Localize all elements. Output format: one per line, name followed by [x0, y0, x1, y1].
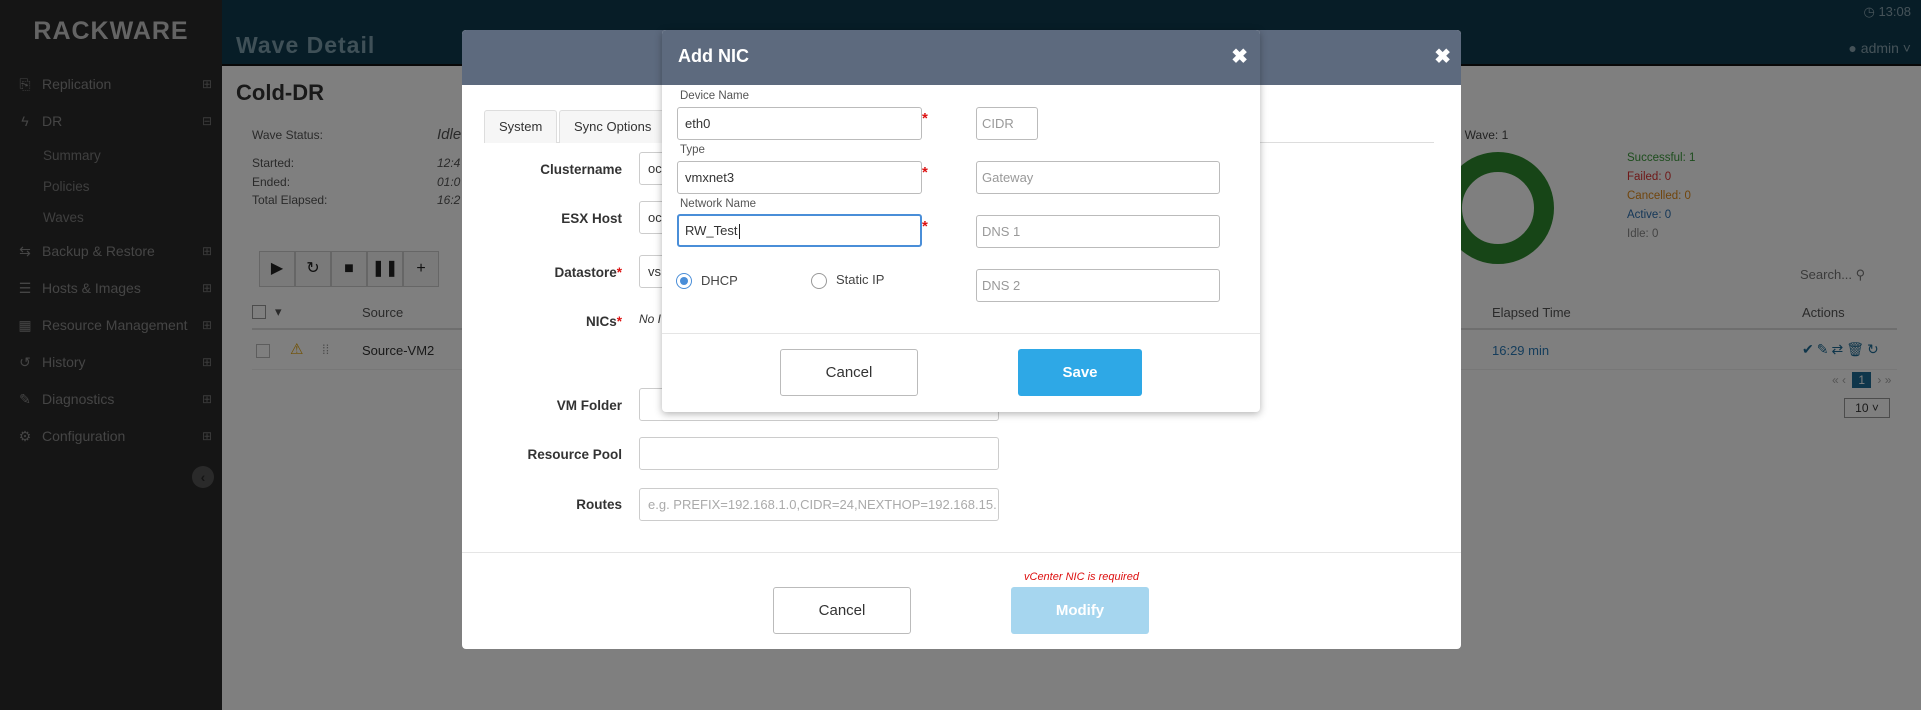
nics-label: NICs*: [585, 314, 622, 329]
add-nic-header: Add NIC ✖: [662, 30, 1260, 85]
modify-button[interactable]: Modify: [1011, 587, 1149, 634]
add-nic-modal: Add NIC ✖ Device Name eth0 * Type vmxnet…: [662, 30, 1260, 412]
clustername-label: Clustername: [540, 162, 622, 177]
resource-pool-label: Resource Pool: [527, 447, 622, 462]
dns2-field[interactable]: DNS 2: [976, 269, 1220, 302]
vm-folder-label: VM Folder: [556, 398, 622, 413]
dhcp-label[interactable]: DHCP: [701, 273, 738, 288]
modal-footer-divider: [462, 552, 1461, 553]
dns1-field[interactable]: DNS 1: [976, 215, 1220, 248]
type-field[interactable]: vmxnet3: [677, 161, 922, 194]
network-name-field[interactable]: RW_Test: [677, 214, 922, 247]
add-nic-title: Add NIC: [678, 46, 749, 66]
gateway-field[interactable]: Gateway: [976, 161, 1220, 194]
required-marker: *: [922, 164, 928, 181]
save-button[interactable]: Save: [1018, 349, 1142, 396]
type-label: Type: [680, 144, 705, 156]
required-marker: *: [922, 218, 928, 235]
cancel-button[interactable]: Cancel: [773, 587, 911, 634]
routes-field[interactable]: e.g. PREFIX=192.168.1.0,CIDR=24,NEXTHOP=…: [639, 488, 999, 521]
cidr-field[interactable]: CIDR: [976, 107, 1038, 140]
static-ip-radio[interactable]: [811, 273, 827, 289]
network-name-label: Network Name: [680, 198, 757, 210]
dhcp-radio[interactable]: [676, 273, 692, 289]
tab-sync-options[interactable]: Sync Options: [559, 110, 667, 143]
resource-pool-field[interactable]: [639, 437, 999, 470]
datastore-label: Datastore*: [554, 265, 622, 280]
cancel-button[interactable]: Cancel: [780, 349, 918, 396]
close-icon[interactable]: ✖: [1434, 44, 1451, 69]
required-marker: *: [922, 110, 928, 127]
tab-system[interactable]: System: [484, 110, 558, 143]
text-caret: [738, 224, 740, 240]
esx-host-label: ESX Host: [561, 211, 622, 226]
network-name-value: RW_Test: [685, 223, 738, 238]
routes-label: Routes: [576, 497, 622, 512]
modal-footer-divider: [662, 333, 1260, 334]
vcenter-nic-error: vCenter NIC is required: [1024, 571, 1139, 583]
close-icon[interactable]: ✖: [1231, 44, 1248, 69]
nics-value: No I: [639, 312, 662, 326]
static-ip-label[interactable]: Static IP: [836, 272, 884, 287]
device-name-label: Device Name: [680, 90, 750, 102]
device-name-field[interactable]: eth0: [677, 107, 922, 140]
